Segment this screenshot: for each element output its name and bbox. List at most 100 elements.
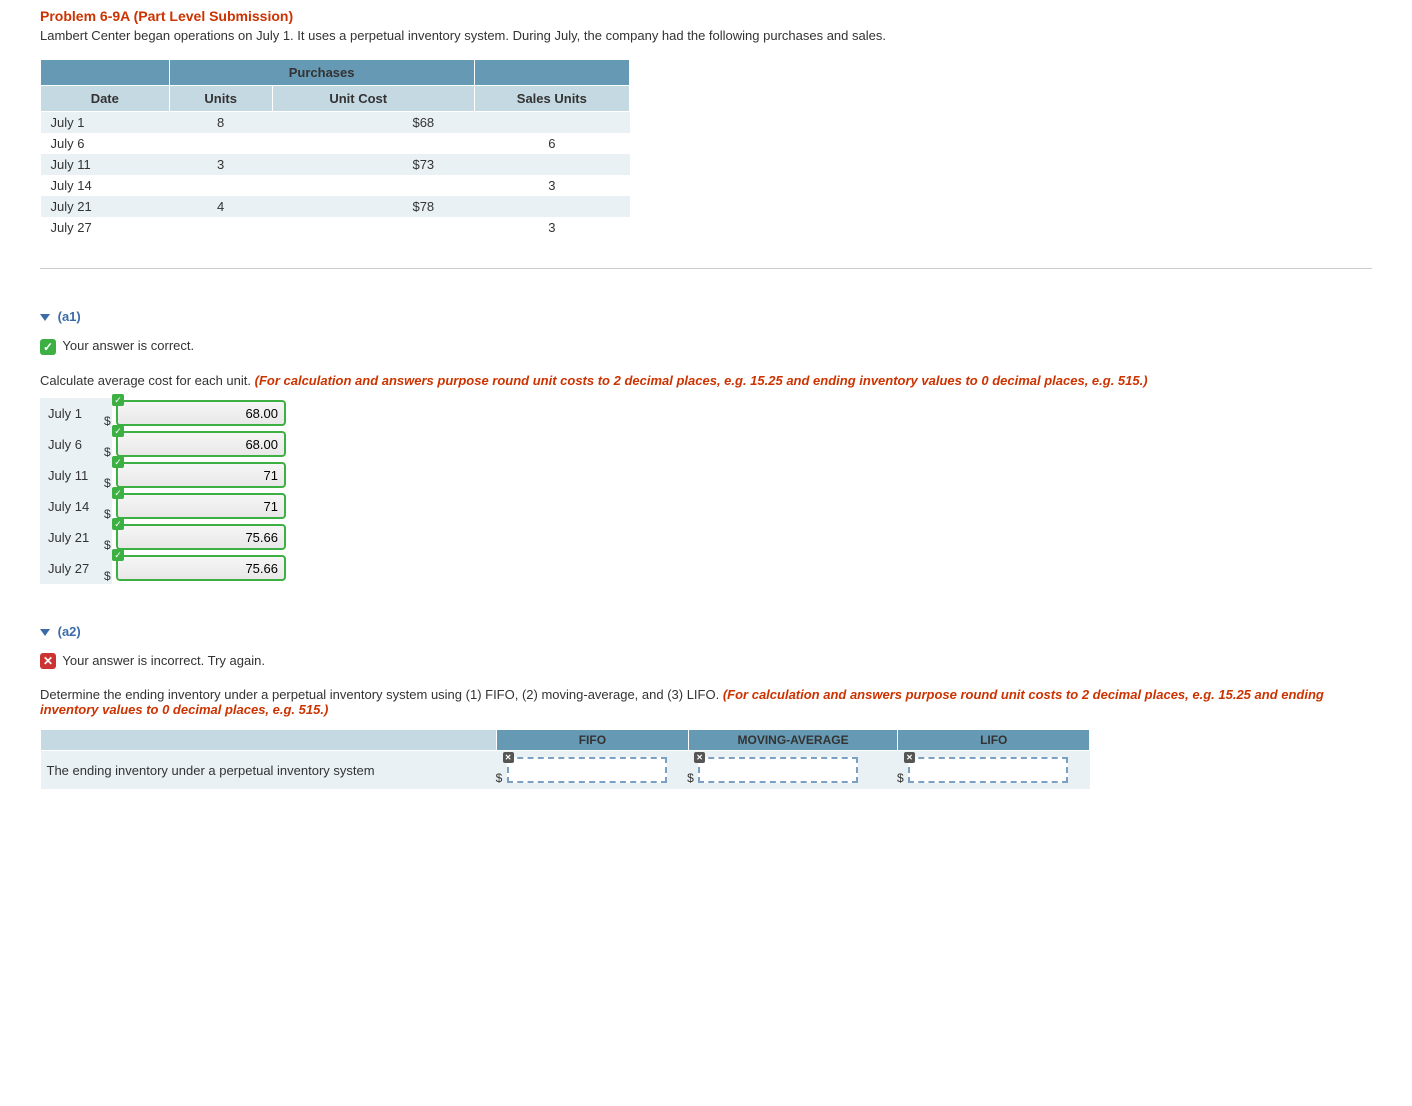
answer-label: July 14 <box>40 491 112 522</box>
col-moving-average: MOVING-AVERAGE <box>688 730 898 751</box>
table-row: July 21 4 $78 <box>41 196 630 217</box>
table-row: July 11 3 $73 <box>41 154 630 175</box>
fifo-input[interactable] <box>507 757 667 783</box>
cell-units: 3 <box>169 154 272 175</box>
dollar-sign: $ <box>496 771 503 785</box>
cell-units: 4 <box>169 196 272 217</box>
cell-unit-cost: $78 <box>272 196 474 217</box>
dollar-sign: $ <box>104 414 111 428</box>
purchases-sales-table: Purchases Date Units Unit Cost Sales Uni… <box>40 59 630 238</box>
answer-row: July 27 ✓ $ <box>40 553 290 584</box>
cell-unit-cost <box>272 217 474 238</box>
cell-units: 8 <box>169 112 272 134</box>
dollar-sign: $ <box>104 445 111 459</box>
cell-sales <box>474 112 629 134</box>
cell-date: July 14 <box>41 175 170 196</box>
answer-input[interactable] <box>116 462 286 488</box>
table-row: July 1 8 $68 <box>41 112 630 134</box>
feedback-text: Your answer is incorrect. Try again. <box>62 653 265 668</box>
cell-sales <box>474 196 629 217</box>
section-toggle-a2[interactable]: (a2) <box>40 624 1372 639</box>
dollar-sign: $ <box>687 771 694 785</box>
moving-average-input[interactable] <box>698 757 858 783</box>
answer-input[interactable] <box>116 524 286 550</box>
question-a1: Calculate average cost for each unit. (F… <box>40 373 1372 388</box>
ending-inventory-table: FIFO MOVING-AVERAGE LIFO The ending inve… <box>40 729 1090 789</box>
col-sales-units: Sales Units <box>474 86 629 112</box>
answer-row: July 6 ✓ $ <box>40 429 290 460</box>
answer-label: July 27 <box>40 553 112 584</box>
problem-intro: Lambert Center began operations on July … <box>40 28 1372 43</box>
answer-row: July 21 ✓ $ <box>40 522 290 553</box>
answer-label: July 1 <box>40 398 112 429</box>
row-label: The ending inventory under a perpetual i… <box>41 751 497 790</box>
hint-text: (For calculation and answers purpose rou… <box>255 373 1148 388</box>
cell-unit-cost <box>272 175 474 196</box>
col-date: Date <box>41 86 170 112</box>
check-icon: ✓ <box>112 425 124 437</box>
cell-units <box>169 175 272 196</box>
lifo-input[interactable] <box>908 757 1068 783</box>
answer-input[interactable] <box>116 555 286 581</box>
dollar-sign: $ <box>104 538 111 552</box>
dollar-sign: $ <box>104 507 111 521</box>
cell-unit-cost: $73 <box>272 154 474 175</box>
check-icon: ✓ <box>112 394 124 406</box>
answer-input[interactable] <box>116 400 286 426</box>
check-icon: ✓ <box>40 339 56 355</box>
cell-date: July 21 <box>41 196 170 217</box>
cell-units <box>169 133 272 154</box>
x-icon: ✕ <box>40 653 56 669</box>
x-icon: ✕ <box>694 752 705 763</box>
check-icon: ✓ <box>112 487 124 499</box>
cell-unit-cost: $68 <box>272 112 474 134</box>
chevron-down-icon <box>40 314 50 321</box>
col-lifo: LIFO <box>898 730 1090 751</box>
chevron-down-icon <box>40 629 50 636</box>
section-label: (a2) <box>58 624 81 639</box>
cell-sales <box>474 154 629 175</box>
check-icon: ✓ <box>112 549 124 561</box>
question-text: Calculate average cost for each unit. <box>40 373 255 388</box>
answer-input[interactable] <box>116 431 286 457</box>
col-units: Units <box>169 86 272 112</box>
cell-units <box>169 217 272 238</box>
check-icon: ✓ <box>112 456 124 468</box>
answer-row: July 11 ✓ $ <box>40 460 290 491</box>
answer-row: July 14 ✓ $ <box>40 491 290 522</box>
check-icon: ✓ <box>112 518 124 530</box>
cell-sales: 3 <box>474 217 629 238</box>
table-row: July 14 3 <box>41 175 630 196</box>
col-fifo: FIFO <box>497 730 689 751</box>
cell-date: July 6 <box>41 133 170 154</box>
answer-row: July 1 ✓ $ <box>40 398 290 429</box>
table-row: The ending inventory under a perpetual i… <box>41 751 1090 790</box>
dollar-sign: $ <box>897 771 904 785</box>
divider <box>40 268 1372 269</box>
answer-label: July 11 <box>40 460 112 491</box>
answer-input[interactable] <box>116 493 286 519</box>
feedback-correct: ✓ Your answer is correct. <box>40 338 1372 355</box>
table-row: July 27 3 <box>41 217 630 238</box>
cell-sales: 3 <box>474 175 629 196</box>
table-row: July 6 6 <box>41 133 630 154</box>
dollar-sign: $ <box>104 476 111 490</box>
cell-unit-cost <box>272 133 474 154</box>
answer-table-a1: July 1 ✓ $ July 6 ✓ $ July 11 ✓ $ <box>40 398 290 584</box>
problem-title: Problem 6-9A (Part Level Submission) <box>40 8 1372 24</box>
feedback-text: Your answer is correct. <box>62 338 194 353</box>
question-text: Determine the ending inventory under a p… <box>40 687 723 702</box>
cell-sales: 6 <box>474 133 629 154</box>
answer-label: July 6 <box>40 429 112 460</box>
cell-date: July 1 <box>41 112 170 134</box>
x-icon: ✕ <box>503 752 514 763</box>
answer-label: July 21 <box>40 522 112 553</box>
feedback-incorrect: ✕ Your answer is incorrect. Try again. <box>40 653 1372 670</box>
cell-date: July 27 <box>41 217 170 238</box>
col-unit-cost: Unit Cost <box>272 86 474 112</box>
section-toggle-a1[interactable]: (a1) <box>40 309 1372 324</box>
section-label: (a1) <box>58 309 81 324</box>
purchases-header: Purchases <box>169 60 474 86</box>
dollar-sign: $ <box>104 569 111 583</box>
x-icon: ✕ <box>904 752 915 763</box>
